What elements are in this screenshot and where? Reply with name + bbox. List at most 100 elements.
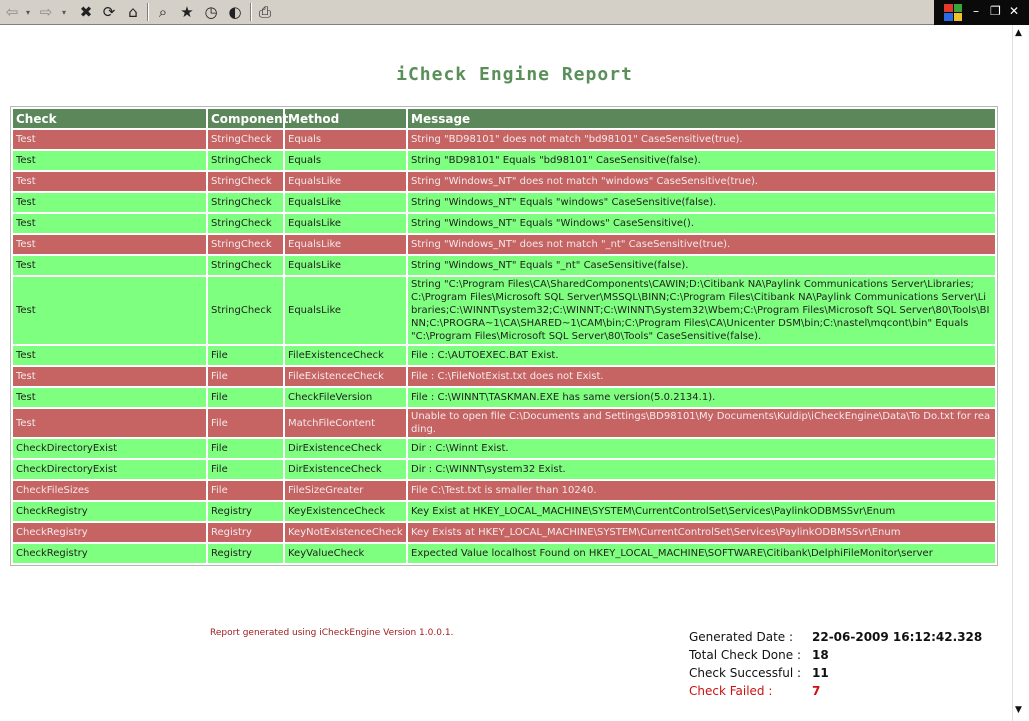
cell-check: Test [13,346,206,365]
cell-component: File [208,481,283,500]
table-row: Test File FileExistenceCheck File : C:\AUTO… [13,346,995,365]
cell-method: DirExistenceCheck [285,439,406,458]
cell-message: Unable to open file C:\Documents and Set… [408,409,995,437]
table-row: CheckDirectoryExist File DirExistenceCheck… [13,460,995,479]
cell-message: String "BD98101" Equals "bd98101" CaseSe… [408,151,995,170]
check-successful-value: 11 [812,666,829,680]
cell-message: Expected Value localhost Found on HKEY_L… [408,544,995,563]
cell-method: Equals [285,130,406,149]
back-icon[interactable]: ⇦ [3,2,21,22]
cell-component: File [208,346,283,365]
table-row: CheckRegistry Registry KeyValueCheck Expect… [13,544,995,563]
table-row: CheckRegistry Registry KeyNotExistenceChec… [13,523,995,542]
cell-message: Dir : C:\Winnt Exist. [408,439,995,458]
table-row: Test StringCheck Equals String "BD98101" do… [13,130,995,149]
cell-check: Test [13,214,206,233]
cell-check: CheckDirectoryExist [13,439,206,458]
restore-icon[interactable]: ❐ [990,4,1001,18]
cell-method: Equals [285,151,406,170]
cell-component: StringCheck [208,256,283,275]
cell-message: Key Exist at HKEY_LOCAL_MACHINE\SYSTEM\C… [408,502,995,521]
cell-method: FileExistenceCheck [285,367,406,386]
cell-check: Test [13,235,206,254]
cell-message: String "Windows_NT" does not match "_nt"… [408,235,995,254]
cell-check: Test [13,277,206,344]
cell-check: Test [13,388,206,407]
cell-check: CheckRegistry [13,544,206,563]
vertical-scrollbar[interactable]: ▲ ▼ [1012,25,1029,721]
cell-method: KeyExistenceCheck [285,502,406,521]
cell-component: File [208,388,283,407]
favorites-icon[interactable]: ★ [177,2,197,22]
total-check-label: Total Check Done : [689,648,801,662]
generated-date-value: 22-06-2009 16:12:42.328 [812,630,983,644]
cell-message: String "BD98101" does not match "bd98101… [408,130,995,149]
table-row: CheckRegistry Registry KeyExistenceCheck Ke… [13,502,995,521]
summary-panel: Generated Date : 22-06-2009 16:12:42.328… [689,628,982,700]
cell-message: Dir : C:\WINNT\system32 Exist. [408,460,995,479]
summary-row-total: Total Check Done : 18 [689,646,982,664]
refresh-icon[interactable]: ⟳ [99,2,119,22]
cell-check: Test [13,130,206,149]
search-icon[interactable]: ⌕ [153,2,173,22]
check-successful-label: Check Successful : [689,666,802,680]
cell-method: KeyValueCheck [285,544,406,563]
cell-method: EqualsLike [285,214,406,233]
cell-component: File [208,460,283,479]
total-check-value: 18 [812,648,829,662]
cell-message: String "Windows_NT" Equals "_nt" CaseSen… [408,256,995,275]
cell-method: FileSizeGreater [285,481,406,500]
table-row: Test StringCheck EqualsLike String "Windows… [13,193,995,212]
print-icon[interactable]: ⎙ [255,2,275,22]
column-header-message: Message [408,109,995,128]
cell-component: Registry [208,544,283,563]
cell-check: CheckRegistry [13,523,206,542]
table-row: Test StringCheck EqualsLike String "Windows… [13,214,995,233]
browser-toolbar: ⇦ ▾ ⇨ ▾ ✖ ⟳ ⌂ ⌕ ★ ◷ ◐ ⎙ [0,0,1029,25]
cell-component: StringCheck [208,151,283,170]
cell-component: StringCheck [208,130,283,149]
forward-dropdown-icon[interactable]: ▾ [59,2,69,22]
cell-component: StringCheck [208,193,283,212]
cell-method: EqualsLike [285,235,406,254]
cell-check: Test [13,367,206,386]
cell-message: File : C:\AUTOEXEC.BAT Exist. [408,346,995,365]
cell-message: File : C:\WINNT\TASKMAN.EXE has same ver… [408,388,995,407]
table-header-row: Check Component Method Message [13,109,995,128]
windows-logo-icon [944,4,962,21]
cell-message: String "Windows_NT" Equals "Windows" Cas… [408,214,995,233]
stop-icon[interactable]: ✖ [76,2,96,22]
cell-check: Test [13,151,206,170]
cell-check: Test [13,256,206,275]
minimize-icon[interactable]: – [973,4,979,18]
table-row: Test StringCheck EqualsLike String "Windows… [13,172,995,191]
column-header-check: Check [13,109,206,128]
column-header-method: Method [285,109,406,128]
history-icon[interactable]: ◷ [201,2,221,22]
cell-method: DirExistenceCheck [285,460,406,479]
close-icon[interactable]: ✕ [1009,4,1019,18]
cell-method: EqualsLike [285,277,406,344]
scroll-down-icon[interactable]: ▼ [1015,705,1022,715]
cell-component: StringCheck [208,277,283,344]
table-row: Test StringCheck Equals String "BD98101" Eq… [13,151,995,170]
column-header-component: Component [208,109,288,128]
cell-check: Test [13,409,206,437]
forward-icon[interactable]: ⇨ [37,2,55,22]
check-failed-value: 7 [812,684,821,698]
cell-method: FileExistenceCheck [285,346,406,365]
scroll-up-icon[interactable]: ▲ [1015,28,1022,38]
cell-check: Test [13,193,206,212]
back-dropdown-icon[interactable]: ▾ [23,2,33,22]
web-icon[interactable]: ◐ [225,2,245,22]
cell-component: Registry [208,502,283,521]
cell-component: File [208,367,283,386]
table-row: Test File MatchFileContent Unable to open f… [13,409,995,437]
table-row: CheckFileSizes File FileSizeGreater File C:… [13,481,995,500]
cell-check: CheckDirectoryExist [13,460,206,479]
cell-check: CheckFileSizes [13,481,206,500]
home-icon[interactable]: ⌂ [123,2,143,22]
toolbar-separator [250,3,252,21]
report-table: Check Component Method Message Test Strin… [10,106,998,566]
cell-message: String "Windows_NT" Equals "windows" Cas… [408,193,995,212]
